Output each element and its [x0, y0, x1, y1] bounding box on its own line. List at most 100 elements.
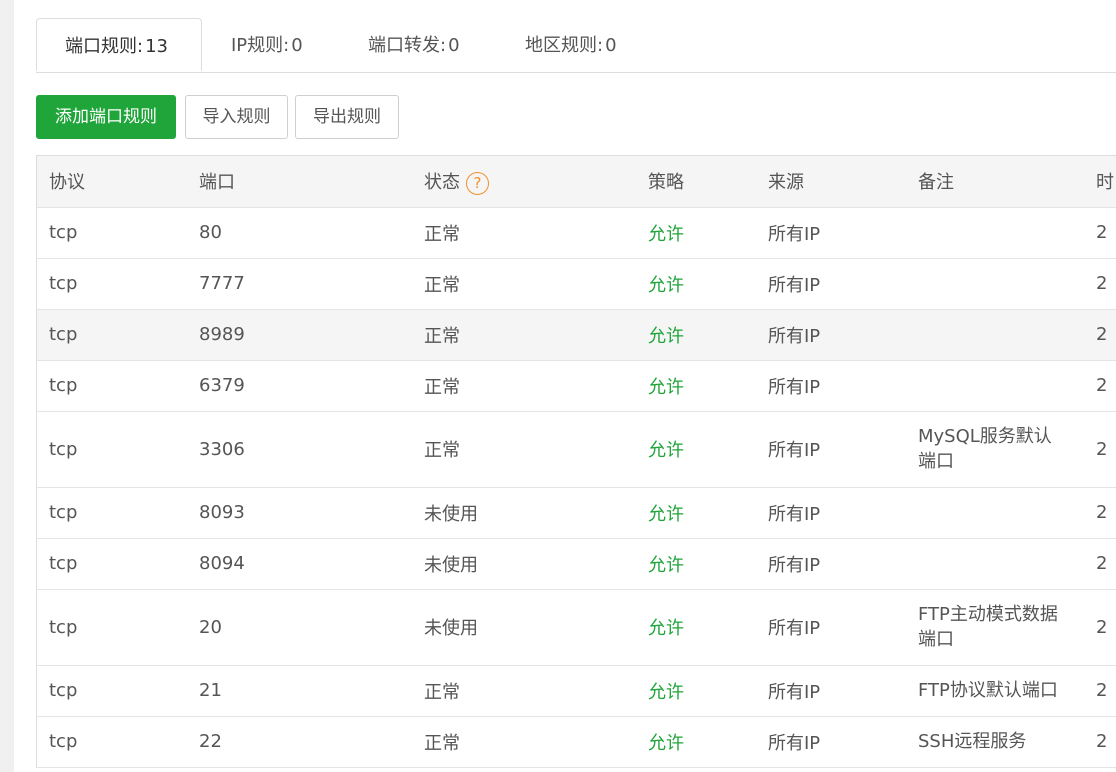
tab-label: 端口规则: — [65, 36, 144, 57]
cell-protocol: tcp — [37, 309, 187, 361]
cell-time: 2 — [1084, 487, 1116, 539]
cell-port: 8989 — [187, 309, 412, 361]
cell-protocol: tcp — [37, 258, 187, 310]
cell-protocol: tcp — [37, 411, 187, 488]
cell-status: 正常 — [412, 716, 636, 768]
cell-protocol: tcp — [37, 207, 187, 259]
cell-policy: 允许 — [636, 309, 756, 361]
table-row[interactable]: tcp 8094 未使用 允许 所有IP 2 — [37, 538, 1116, 590]
cell-note — [906, 538, 1084, 590]
tab-count: 0 — [448, 35, 460, 56]
cell-status: 未使用 — [412, 487, 636, 539]
cell-note: SSH远程服务 — [906, 716, 1084, 768]
cell-time: 2 — [1084, 360, 1116, 412]
cell-note — [906, 207, 1084, 259]
rule-tabs: 端口规则: 13 IP规则: 0 端口转发: 0 地区规则: 0 — [36, 18, 1116, 73]
cell-time: 2 — [1084, 207, 1116, 259]
cell-status: 未使用 — [412, 538, 636, 590]
cell-source: 所有IP — [756, 716, 906, 768]
column-header-port[interactable]: 端口 — [187, 156, 412, 208]
cell-port: 7777 — [187, 258, 412, 310]
cell-protocol: tcp — [37, 589, 187, 666]
tab-port-rules[interactable]: 端口规则: 13 — [36, 18, 202, 71]
cell-protocol: tcp — [37, 538, 187, 590]
cell-protocol: tcp — [37, 665, 187, 717]
column-header-source[interactable]: 来源 — [756, 156, 906, 208]
cell-note — [906, 360, 1084, 412]
table-row[interactable]: tcp 3306 正常 允许 所有IP MySQL服务默认端口 2 — [37, 411, 1116, 488]
tab-label: 地区规则: — [525, 35, 604, 56]
cell-note — [906, 487, 1084, 539]
cell-policy: 允许 — [636, 487, 756, 539]
table-row[interactable]: tcp 20 未使用 允许 所有IP FTP主动模式数据端口 2 — [37, 589, 1116, 666]
tab-count: 0 — [605, 35, 617, 56]
cell-policy: 允许 — [636, 258, 756, 310]
cell-port: 3306 — [187, 411, 412, 488]
cell-source: 所有IP — [756, 538, 906, 590]
cell-note: MySQL服务默认端口 — [906, 411, 1084, 488]
cell-status: 正常 — [412, 258, 636, 310]
port-rules-table: 协议 端口 状态? 策略 来源 备注 时 tcp 80 正常 允许 所有IP 2… — [36, 155, 1116, 768]
table-row[interactable]: tcp 8989 正常 允许 所有IP 2 — [37, 309, 1116, 361]
cell-protocol: tcp — [37, 716, 187, 768]
tab-ip-rules[interactable]: IP规则: 0 — [231, 18, 303, 71]
cell-port: 8093 — [187, 487, 412, 539]
table-header-row: 协议 端口 状态? 策略 来源 备注 时 — [37, 156, 1116, 208]
cell-source: 所有IP — [756, 487, 906, 539]
export-rules-button[interactable]: 导出规则 — [295, 95, 399, 139]
cell-time: 2 — [1084, 258, 1116, 310]
add-port-rule-button[interactable]: 添加端口规则 — [36, 95, 176, 139]
cell-status: 正常 — [412, 360, 636, 412]
cell-time: 2 — [1084, 665, 1116, 717]
cell-note: FTP主动模式数据端口 — [906, 589, 1084, 666]
cell-source: 所有IP — [756, 589, 906, 666]
tab-label: 端口转发: — [368, 35, 447, 56]
tab-count: 13 — [145, 36, 168, 57]
cell-policy: 允许 — [636, 589, 756, 666]
table-row[interactable]: tcp 80 正常 允许 所有IP 2 — [37, 207, 1116, 259]
column-header-status[interactable]: 状态? — [412, 156, 636, 208]
cell-policy: 允许 — [636, 411, 756, 488]
cell-source: 所有IP — [756, 411, 906, 488]
cell-policy: 允许 — [636, 207, 756, 259]
cell-status: 正常 — [412, 309, 636, 361]
cell-status: 未使用 — [412, 589, 636, 666]
cell-protocol: tcp — [37, 487, 187, 539]
cell-port: 80 — [187, 207, 412, 259]
tab-label: IP规则: — [231, 35, 290, 56]
cell-source: 所有IP — [756, 665, 906, 717]
cell-port: 6379 — [187, 360, 412, 412]
cell-status: 正常 — [412, 207, 636, 259]
import-rules-button[interactable]: 导入规则 — [185, 95, 288, 139]
table-row[interactable]: tcp 8093 未使用 允许 所有IP 2 — [37, 487, 1116, 539]
cell-source: 所有IP — [756, 207, 906, 259]
table-row[interactable]: tcp 21 正常 允许 所有IP FTP协议默认端口 2 — [37, 665, 1116, 717]
cell-port: 21 — [187, 665, 412, 717]
cell-note — [906, 258, 1084, 310]
tab-region-rules[interactable]: 地区规则: 0 — [525, 18, 617, 71]
cell-policy: 允许 — [636, 716, 756, 768]
cell-status: 正常 — [412, 665, 636, 717]
cell-port: 8094 — [187, 538, 412, 590]
cell-time: 2 — [1084, 538, 1116, 590]
tab-count: 0 — [291, 35, 303, 56]
cell-time: 2 — [1084, 411, 1116, 488]
cell-note — [906, 309, 1084, 361]
cell-time: 2 — [1084, 309, 1116, 361]
firewall-panel: 端口规则: 13 IP规则: 0 端口转发: 0 地区规则: 0 添加端口规则 导入规则… — [14, 0, 1116, 772]
cell-source: 所有IP — [756, 258, 906, 310]
table-row[interactable]: tcp 6379 正常 允许 所有IP 2 — [37, 360, 1116, 412]
help-icon[interactable]: ? — [466, 171, 489, 195]
tab-port-forward[interactable]: 端口转发: 0 — [368, 18, 460, 71]
column-header-policy[interactable]: 策略 — [636, 156, 756, 208]
column-header-protocol[interactable]: 协议 — [37, 156, 187, 208]
cell-policy: 允许 — [636, 360, 756, 412]
cell-source: 所有IP — [756, 360, 906, 412]
column-header-time[interactable]: 时 — [1084, 156, 1116, 208]
table-row[interactable]: tcp 7777 正常 允许 所有IP 2 — [37, 258, 1116, 310]
cell-port: 20 — [187, 589, 412, 666]
table-row[interactable]: tcp 22 正常 允许 所有IP SSH远程服务 2 — [37, 716, 1116, 768]
cell-protocol: tcp — [37, 360, 187, 412]
column-header-note[interactable]: 备注 — [906, 156, 1084, 208]
cell-policy: 允许 — [636, 665, 756, 717]
